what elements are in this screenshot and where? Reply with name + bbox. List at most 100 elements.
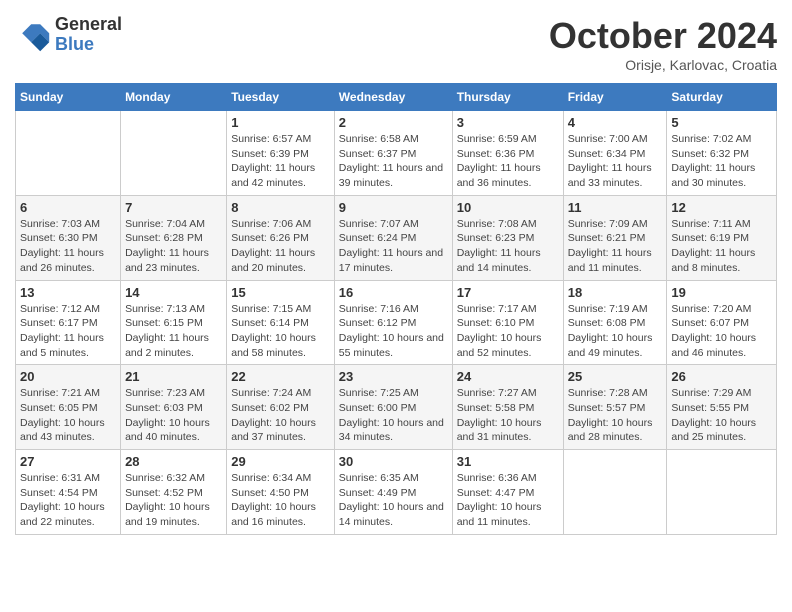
calendar-cell: 31 Sunrise: 6:36 AMSunset: 4:47 PMDayligh…	[452, 450, 563, 535]
day-number: 9	[339, 200, 448, 215]
day-info: Sunrise: 7:19 AMSunset: 6:08 PMDaylight:…	[568, 302, 663, 361]
day-info: Sunrise: 7:20 AMSunset: 6:07 PMDaylight:…	[671, 302, 772, 361]
location: Orisje, Karlovac, Croatia	[549, 57, 777, 73]
calendar-cell: 19 Sunrise: 7:20 AMSunset: 6:07 PMDayligh…	[667, 280, 777, 365]
day-number: 12	[671, 200, 772, 215]
day-info: Sunrise: 6:34 AMSunset: 4:50 PMDaylight:…	[231, 471, 330, 530]
calendar-cell: 5Sunrise: 7:02 AMSunset: 6:32 PMDaylight…	[667, 111, 777, 196]
day-info: Sunrise: 7:03 AMSunset: 6:30 PMDaylight:…	[20, 217, 116, 276]
calendar-cell: 25 Sunrise: 7:28 AMSunset: 5:57 PMDayligh…	[563, 365, 667, 450]
day-number: 10	[457, 200, 559, 215]
calendar-cell: 3Sunrise: 6:59 AMSunset: 6:36 PMDaylight…	[452, 111, 563, 196]
calendar-cell: 18 Sunrise: 7:19 AMSunset: 6:08 PMDayligh…	[563, 280, 667, 365]
day-info: Sunrise: 7:11 AMSunset: 6:19 PMDaylight:…	[671, 217, 772, 276]
day-info: Sunrise: 6:35 AMSunset: 4:49 PMDaylight:…	[339, 471, 448, 530]
calendar-cell: 11 Sunrise: 7:09 AMSunset: 6:21 PMDayligh…	[563, 195, 667, 280]
calendar-cell: 7Sunrise: 7:04 AMSunset: 6:28 PMDaylight…	[121, 195, 227, 280]
calendar-cell: 1 Sunrise: 6:57 AMSunset: 6:39 PMDaylight…	[227, 111, 335, 196]
weekday-header: Tuesday	[227, 84, 335, 111]
weekday-header: Saturday	[667, 84, 777, 111]
day-info: Sunrise: 7:12 AMSunset: 6:17 PMDaylight:…	[20, 302, 116, 361]
day-number: 15	[231, 285, 330, 300]
day-number: 8	[231, 200, 330, 215]
title-area: October 2024 Orisje, Karlovac, Croatia	[549, 15, 777, 73]
calendar-cell: 4 Sunrise: 7:00 AMSunset: 6:34 PMDaylight…	[563, 111, 667, 196]
month-title: October 2024	[549, 15, 777, 57]
day-info: Sunrise: 6:59 AMSunset: 6:36 PMDaylight:…	[457, 132, 559, 191]
day-info: Sunrise: 6:57 AMSunset: 6:39 PMDaylight:…	[231, 132, 330, 191]
day-number: 22	[231, 369, 330, 384]
day-number: 6	[20, 200, 116, 215]
calendar-cell: 29 Sunrise: 6:34 AMSunset: 4:50 PMDayligh…	[227, 450, 335, 535]
calendar-cell: 6 Sunrise: 7:03 AMSunset: 6:30 PMDaylight…	[16, 195, 121, 280]
calendar-cell	[121, 111, 227, 196]
logo-icon	[15, 17, 51, 53]
day-info: Sunrise: 7:28 AMSunset: 5:57 PMDaylight:…	[568, 386, 663, 445]
day-number: 2	[339, 115, 448, 130]
calendar-cell: 2 Sunrise: 6:58 AMSunset: 6:37 PMDaylight…	[334, 111, 452, 196]
logo-line2: Blue	[55, 35, 122, 55]
calendar-cell: 22Sunrise: 7:24 AMSunset: 6:02 PMDayligh…	[227, 365, 335, 450]
day-info: Sunrise: 7:07 AMSunset: 6:24 PMDaylight:…	[339, 217, 448, 276]
day-number: 14	[125, 285, 222, 300]
page-header: General Blue October 2024 Orisje, Karlov…	[15, 15, 777, 73]
calendar-week-row: 6 Sunrise: 7:03 AMSunset: 6:30 PMDaylight…	[16, 195, 777, 280]
weekday-header-row: SundayMondayTuesdayWednesdayThursdayFrid…	[16, 84, 777, 111]
day-number: 11	[568, 200, 663, 215]
day-info: Sunrise: 7:27 AMSunset: 5:58 PMDaylight:…	[457, 386, 559, 445]
day-info: Sunrise: 7:09 AMSunset: 6:21 PMDaylight:…	[568, 217, 663, 276]
calendar-cell: 14 Sunrise: 7:13 AMSunset: 6:15 PMDayligh…	[121, 280, 227, 365]
weekday-header: Monday	[121, 84, 227, 111]
calendar-week-row: 13Sunrise: 7:12 AMSunset: 6:17 PMDayligh…	[16, 280, 777, 365]
day-info: Sunrise: 7:13 AMSunset: 6:15 PMDaylight:…	[125, 302, 222, 361]
calendar-cell: 8 Sunrise: 7:06 AMSunset: 6:26 PMDaylight…	[227, 195, 335, 280]
calendar-cell	[563, 450, 667, 535]
day-number: 4	[568, 115, 663, 130]
day-number: 27	[20, 454, 116, 469]
weekday-header: Friday	[563, 84, 667, 111]
day-number: 21	[125, 369, 222, 384]
day-info: Sunrise: 7:04 AMSunset: 6:28 PMDaylight:…	[125, 217, 222, 276]
calendar-table: SundayMondayTuesdayWednesdayThursdayFrid…	[15, 83, 777, 535]
calendar-cell: 9 Sunrise: 7:07 AMSunset: 6:24 PMDaylight…	[334, 195, 452, 280]
calendar-cell: 26Sunrise: 7:29 AMSunset: 5:55 PMDayligh…	[667, 365, 777, 450]
day-number: 19	[671, 285, 772, 300]
day-info: Sunrise: 6:32 AMSunset: 4:52 PMDaylight:…	[125, 471, 222, 530]
day-info: Sunrise: 7:29 AMSunset: 5:55 PMDaylight:…	[671, 386, 772, 445]
calendar-week-row: 27Sunrise: 6:31 AMSunset: 4:54 PMDayligh…	[16, 450, 777, 535]
calendar-cell	[16, 111, 121, 196]
day-number: 30	[339, 454, 448, 469]
day-info: Sunrise: 7:16 AMSunset: 6:12 PMDaylight:…	[339, 302, 448, 361]
day-info: Sunrise: 7:08 AMSunset: 6:23 PMDaylight:…	[457, 217, 559, 276]
day-number: 29	[231, 454, 330, 469]
day-number: 28	[125, 454, 222, 469]
day-info: Sunrise: 7:17 AMSunset: 6:10 PMDaylight:…	[457, 302, 559, 361]
day-number: 18	[568, 285, 663, 300]
calendar-cell: 23Sunrise: 7:25 AMSunset: 6:00 PMDayligh…	[334, 365, 452, 450]
day-info: Sunrise: 6:58 AMSunset: 6:37 PMDaylight:…	[339, 132, 448, 191]
calendar-cell: 17 Sunrise: 7:17 AMSunset: 6:10 PMDayligh…	[452, 280, 563, 365]
calendar-week-row: 1 Sunrise: 6:57 AMSunset: 6:39 PMDaylight…	[16, 111, 777, 196]
calendar-cell	[667, 450, 777, 535]
calendar-cell: 28 Sunrise: 6:32 AMSunset: 4:52 PMDayligh…	[121, 450, 227, 535]
day-info: Sunrise: 7:25 AMSunset: 6:00 PMDaylight:…	[339, 386, 448, 445]
calendar-cell: 24 Sunrise: 7:27 AMSunset: 5:58 PMDayligh…	[452, 365, 563, 450]
day-info: Sunrise: 7:06 AMSunset: 6:26 PMDaylight:…	[231, 217, 330, 276]
day-info: Sunrise: 6:36 AMSunset: 4:47 PMDaylight:…	[457, 471, 559, 530]
calendar-cell: 16 Sunrise: 7:16 AMSunset: 6:12 PMDayligh…	[334, 280, 452, 365]
calendar-cell: 20Sunrise: 7:21 AMSunset: 6:05 PMDayligh…	[16, 365, 121, 450]
day-info: Sunrise: 7:15 AMSunset: 6:14 PMDaylight:…	[231, 302, 330, 361]
logo-text: General Blue	[55, 15, 122, 55]
day-info: Sunrise: 7:23 AMSunset: 6:03 PMDaylight:…	[125, 386, 222, 445]
day-number: 20	[20, 369, 116, 384]
day-number: 1	[231, 115, 330, 130]
day-number: 31	[457, 454, 559, 469]
calendar-cell: 15 Sunrise: 7:15 AMSunset: 6:14 PMDayligh…	[227, 280, 335, 365]
calendar-cell: 13Sunrise: 7:12 AMSunset: 6:17 PMDayligh…	[16, 280, 121, 365]
day-number: 17	[457, 285, 559, 300]
day-info: Sunrise: 7:00 AMSunset: 6:34 PMDaylight:…	[568, 132, 663, 191]
day-number: 16	[339, 285, 448, 300]
day-number: 25	[568, 369, 663, 384]
logo-line1: General	[55, 15, 122, 35]
day-number: 24	[457, 369, 559, 384]
